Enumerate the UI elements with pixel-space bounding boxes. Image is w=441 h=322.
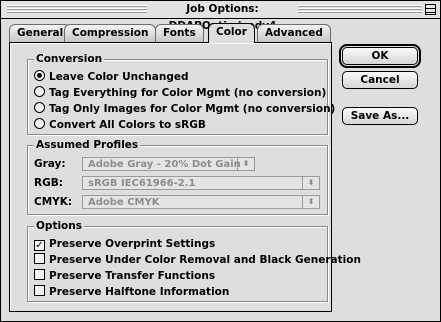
- cancel-button[interactable]: Cancel: [342, 71, 418, 89]
- ok-button[interactable]: OK: [339, 44, 421, 68]
- title-stripes-left: [7, 5, 147, 14]
- tab-general[interactable]: General: [9, 24, 72, 42]
- checkbox-icon: [34, 285, 45, 296]
- window-title: Job Options: DDAPOptimizedv4: [169, 3, 277, 32]
- radio-icon: [34, 118, 45, 129]
- radio-label: Tag Everything for Color Mgmt (no conver…: [49, 87, 327, 99]
- radio-label: Convert All Colors to sRGB: [49, 119, 206, 131]
- gray-profile-value: Adobe Gray - 20% Dot Gain: [88, 159, 241, 170]
- checkbox-preserve-transfer[interactable]: Preserve Transfer Functions: [34, 269, 215, 283]
- radio-selected-icon: [34, 70, 45, 81]
- checkmark-icon: ✓: [34, 240, 45, 251]
- options-group-title: Options: [34, 220, 84, 232]
- assumed-profiles-group: Assumed Profiles Gray: Adobe Gray - 20% …: [27, 139, 328, 215]
- up-down-arrows-icon: ⬍: [302, 196, 319, 208]
- checkbox-preserve-ucr-bg[interactable]: Preserve Under Color Removal and Black G…: [34, 253, 361, 267]
- radio-icon: [34, 102, 45, 113]
- tab-compression[interactable]: Compression: [64, 24, 157, 42]
- gray-profile-popup[interactable]: Adobe Gray - 20% Dot Gain ⬍: [82, 157, 255, 171]
- options-group: Options ✓ Preserve Overprint Settings Pre…: [27, 220, 361, 302]
- cmyk-profile-value: Adobe CMYK: [88, 197, 160, 208]
- radio-icon: [34, 86, 45, 97]
- checkbox-icon: [34, 269, 45, 280]
- checkbox-label: Preserve Transfer Functions: [49, 270, 216, 282]
- zoom-box-icon[interactable]: [425, 4, 436, 15]
- radio-tag-everything[interactable]: Tag Everything for Color Mgmt (no conver…: [34, 86, 326, 100]
- tab-fonts[interactable]: Fonts: [155, 24, 204, 42]
- radio-convert-srgb[interactable]: Convert All Colors to sRGB: [34, 118, 206, 132]
- rgb-profile-value: sRGB IEC61966-2.1: [88, 178, 196, 189]
- cmyk-profile-popup[interactable]: Adobe CMYK ⬍: [82, 195, 320, 209]
- dialog-window: Job Options: DDAPOptimizedv4 General Com…: [0, 0, 441, 322]
- checkbox-label: Preserve Under Color Removal and Black G…: [49, 254, 361, 266]
- cmyk-label: CMYK:: [34, 196, 73, 208]
- save-as-button[interactable]: Save As...: [342, 107, 418, 125]
- radio-label: Tag Only Images for Color Mgmt (no conve…: [49, 103, 336, 115]
- rgb-label: RGB:: [34, 177, 63, 189]
- profiles-group-title: Assumed Profiles: [34, 139, 141, 151]
- radio-label: Leave Color Unchanged: [49, 71, 189, 83]
- gray-label: Gray:: [34, 158, 66, 170]
- radio-tag-only-images[interactable]: Tag Only Images for Color Mgmt (no conve…: [34, 102, 335, 116]
- conversion-group: Conversion Leave Color Unchanged Tag Eve…: [27, 53, 335, 135]
- radio-leave-color-unchanged[interactable]: Leave Color Unchanged: [34, 70, 189, 84]
- up-down-arrows-icon: ⬍: [237, 158, 254, 170]
- tab-color[interactable]: Color: [208, 23, 255, 43]
- conversion-group-title: Conversion: [34, 53, 105, 65]
- checkbox-preserve-halftone[interactable]: Preserve Halftone Information: [34, 285, 229, 299]
- checkbox-preserve-overprint[interactable]: ✓ Preserve Overprint Settings: [34, 237, 215, 251]
- rgb-profile-popup[interactable]: sRGB IEC61966-2.1 ⬍: [82, 176, 320, 190]
- checkbox-label: Preserve Halftone Information: [49, 286, 230, 298]
- color-tab-panel: Conversion Leave Color Unchanged Tag Eve…: [9, 42, 361, 312]
- checkbox-icon: [34, 253, 45, 264]
- tab-advanced[interactable]: Advanced: [257, 24, 331, 42]
- title-bar[interactable]: Job Options: DDAPOptimizedv4: [1, 1, 440, 32]
- checkbox-label: Preserve Overprint Settings: [49, 238, 216, 250]
- up-down-arrows-icon: ⬍: [302, 177, 319, 189]
- title-stripes-right: [298, 5, 422, 14]
